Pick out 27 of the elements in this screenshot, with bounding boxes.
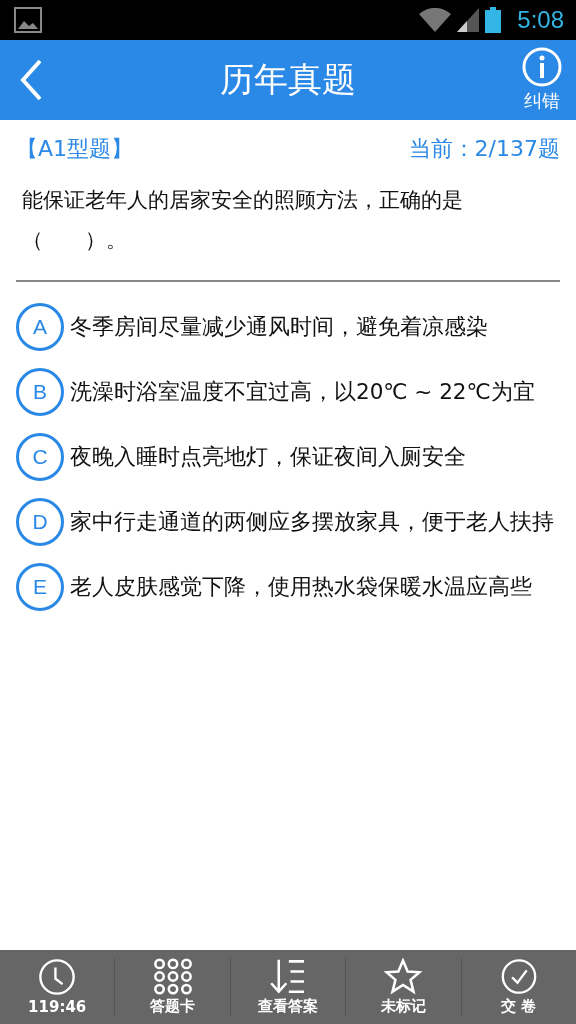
option-text[interactable]: 洗澡时浴室温度不宜过高，以20℃ ~ 22℃为宜	[70, 372, 535, 411]
question-text: 能保证老年人的居家安全的照顾方法，正确的是	[22, 187, 464, 214]
option-letter[interactable]: B	[16, 367, 64, 416]
option-letter[interactable]: E	[16, 562, 64, 611]
option-text[interactable]: 老人皮肤感觉下降，使用热水袋保暖水温应高些	[70, 567, 532, 606]
page-title: 历年真题	[220, 58, 356, 101]
toolbar-button[interactable]: 查看答案	[229, 958, 346, 1016]
option-text[interactable]: 冬季房间尽量减少通风时间，避免着凉感染	[70, 307, 488, 346]
toolbar-button[interactable]: 交 卷	[460, 958, 576, 1016]
timer-button[interactable]: 119:46	[0, 958, 115, 1016]
clock-time: 5:08	[517, 6, 564, 34]
question-text: （ ）。	[22, 227, 128, 254]
toolbar-button[interactable]: 答题卡	[114, 958, 230, 1016]
image-icon	[14, 7, 42, 33]
report-error-button[interactable]: 纠错	[522, 47, 562, 113]
signal-icon	[457, 8, 480, 32]
option-text[interactable]: 家中行走通道的两侧应多摆放家具，便于老人扶持	[70, 502, 554, 541]
wifi-icon	[419, 8, 452, 32]
info-icon	[522, 47, 562, 87]
toolbar-button[interactable]: 未标记	[345, 958, 461, 1016]
option-text[interactable]: 夜晚入睡时点亮地灯，保证夜间入厕安全	[70, 437, 466, 476]
question-type: 【A1型题】	[16, 135, 134, 163]
option-letter[interactable]: A	[16, 302, 64, 351]
battery-icon	[485, 7, 502, 33]
option-letter[interactable]: D	[16, 497, 64, 546]
back-icon	[20, 59, 42, 101]
option-letter[interactable]: C	[16, 432, 64, 481]
